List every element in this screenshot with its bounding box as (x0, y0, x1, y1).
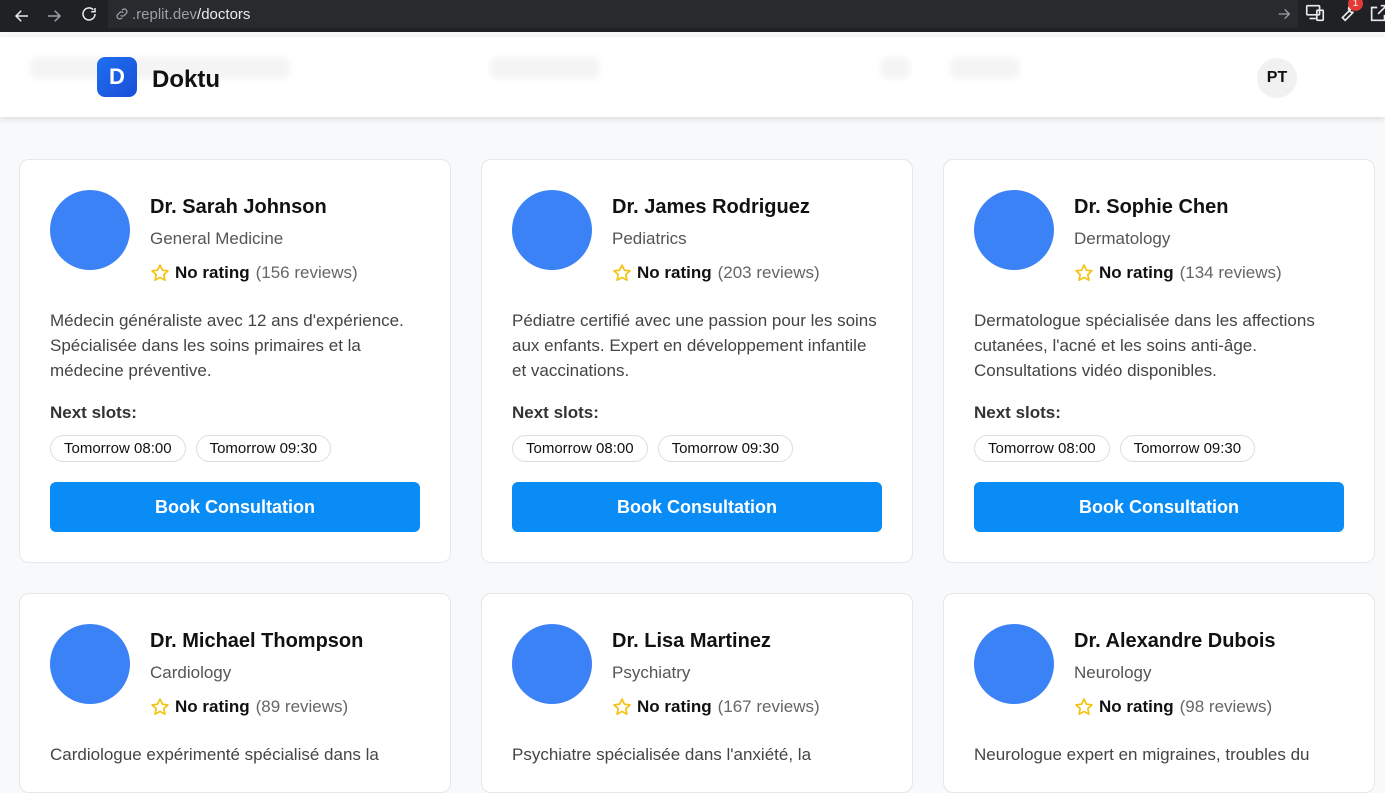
doctor-card: Dr. Alexandre Dubois Neurology No rating (9… (943, 593, 1375, 793)
review-count: (167 reviews) (717, 697, 820, 716)
doctor-card: Dr. Michael Thompson Cardiology No rating (… (19, 593, 451, 793)
star-icon (1074, 697, 1094, 717)
time-slot-chip[interactable]: Tomorrow 08:00 (974, 435, 1110, 462)
extension-wrench-icon[interactable]: 1 (1336, 0, 1363, 24)
url-path: /doctors (197, 5, 251, 23)
app-logo[interactable]: D (97, 57, 137, 97)
doctor-card: Dr. James Rodriguez Pediatrics No rating (2… (481, 159, 913, 563)
user-avatar[interactable]: PT (1257, 58, 1297, 98)
review-count: (203 reviews) (717, 263, 820, 282)
browser-toolbar: .replit.dev/doctors 1 (0, 0, 1385, 32)
doctor-name[interactable]: Dr. Michael Thompson (150, 630, 363, 653)
doctor-specialty: Psychiatry (612, 663, 691, 682)
doctor-photo[interactable] (512, 624, 592, 704)
rating-label: No rating (175, 697, 250, 716)
rating-label: No rating (175, 263, 250, 282)
book-consultation-button[interactable]: Book Consultation (50, 482, 420, 532)
doctor-photo[interactable] (50, 190, 130, 270)
doctor-card: Dr. Sophie Chen Dermatology No rating (134 … (943, 159, 1375, 563)
doctor-name[interactable]: Dr. James Rodriguez (612, 196, 810, 219)
doctor-description: Neurologue expert en migraines, troubles… (974, 745, 1310, 764)
url-host: .replit.dev (132, 5, 198, 23)
star-icon (612, 263, 632, 283)
review-count: (134 reviews) (1179, 263, 1282, 282)
reload-icon[interactable] (75, 0, 103, 28)
blurred-background-element (880, 57, 910, 79)
review-count: (89 reviews) (255, 697, 349, 716)
doctor-specialty: Pediatrics (612, 229, 687, 248)
link-icon (116, 8, 128, 20)
back-icon[interactable] (8, 2, 36, 30)
doctor-description: Médecin généraliste avec 12 ans d'expéri… (50, 311, 404, 380)
doctor-name[interactable]: Dr. Alexandre Dubois (1074, 630, 1276, 653)
rating-label: No rating (1099, 697, 1174, 716)
review-count: (156 reviews) (255, 263, 358, 282)
doctor-name[interactable]: Dr. Lisa Martinez (612, 630, 771, 653)
blurred-background-element (950, 57, 1020, 79)
devices-icon[interactable] (1304, 2, 1326, 24)
slot-list: Tomorrow 08:00 Tomorrow 09:30 (974, 435, 1256, 462)
next-slots-label: Next slots: (974, 403, 1061, 422)
rating-label: No rating (1099, 263, 1174, 282)
doctor-photo[interactable] (974, 624, 1054, 704)
star-icon (612, 697, 632, 717)
doctor-specialty: General Medicine (150, 229, 284, 248)
doctor-description: Dermatologue spécialisée dans les affect… (974, 311, 1315, 380)
next-slots-label: Next slots: (512, 403, 599, 422)
extension-area: 1 (1304, 0, 1385, 24)
slot-list: Tomorrow 08:00 Tomorrow 09:30 (50, 435, 332, 462)
doctor-photo[interactable] (974, 190, 1054, 270)
doctor-specialty: Neurology (1074, 663, 1152, 682)
star-icon (150, 263, 170, 283)
doctor-rating: No rating (156 reviews) (150, 263, 358, 283)
book-consultation-button[interactable]: Book Consultation (512, 482, 882, 532)
doctor-description: Psychiatre spécialisée dans l'anxiété, l… (512, 745, 812, 764)
rating-label: No rating (637, 697, 712, 716)
time-slot-chip[interactable]: Tomorrow 09:30 (195, 435, 332, 462)
book-consultation-button[interactable]: Book Consultation (974, 482, 1344, 532)
time-slot-chip[interactable]: Tomorrow 09:30 (1119, 435, 1256, 462)
doctor-name[interactable]: Dr. Sarah Johnson (150, 196, 327, 219)
doctor-rating: No rating (134 reviews) (1074, 263, 1282, 283)
time-slot-chip[interactable]: Tomorrow 08:00 (50, 435, 186, 462)
app-name[interactable]: Doktu (152, 66, 220, 94)
star-icon (1074, 263, 1094, 283)
doctor-name[interactable]: Dr. Sophie Chen (1074, 196, 1228, 219)
doctor-card: Dr. Sarah Johnson General Medicine No rati… (19, 159, 451, 563)
doctor-rating: No rating (203 reviews) (612, 263, 820, 283)
doctor-description: Cardiologue expérimenté spécialisé dans … (50, 745, 379, 764)
doctor-photo[interactable] (512, 190, 592, 270)
review-count: (98 reviews) (1179, 697, 1273, 716)
blurred-background-element (490, 57, 600, 79)
doctor-description: Pédiatre certifié avec une passion pour … (512, 311, 877, 380)
doctor-rating: No rating (89 reviews) (150, 697, 348, 717)
doctor-photo[interactable] (50, 624, 130, 704)
doctor-rating: No rating (167 reviews) (612, 697, 820, 717)
forward-icon[interactable] (40, 2, 68, 30)
notification-badge: 1 (1348, 0, 1363, 11)
doctor-specialty: Cardiology (150, 663, 232, 682)
time-slot-chip[interactable]: Tomorrow 09:30 (657, 435, 794, 462)
address-bar[interactable]: .replit.dev/doctors (108, 0, 1298, 28)
open-external-icon[interactable] (1368, 2, 1385, 24)
rating-label: No rating (637, 263, 712, 282)
doctor-card: Dr. Lisa Martinez Psychiatry No rating (167… (481, 593, 913, 793)
slot-list: Tomorrow 08:00 Tomorrow 09:30 (512, 435, 794, 462)
go-arrow-icon[interactable] (1276, 6, 1292, 22)
doctor-rating: No rating (98 reviews) (1074, 697, 1272, 717)
star-icon (150, 697, 170, 717)
doctor-specialty: Dermatology (1074, 229, 1171, 248)
time-slot-chip[interactable]: Tomorrow 08:00 (512, 435, 648, 462)
app-header: D Doktu PT (0, 37, 1385, 117)
next-slots-label: Next slots: (50, 403, 137, 422)
